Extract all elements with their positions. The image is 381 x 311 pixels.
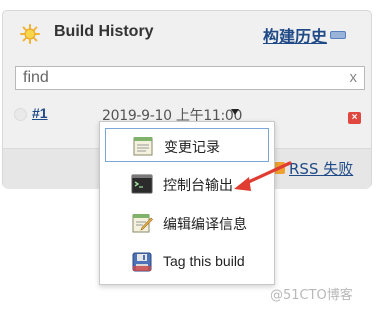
- dropdown-caret-icon[interactable]: [231, 109, 239, 115]
- menu-item-changes[interactable]: 变更记录: [105, 128, 269, 162]
- menu-item-label: 控制台输出: [163, 178, 233, 194]
- menu-item-label: 编辑编译信息: [163, 217, 247, 233]
- filter-input[interactable]: [16, 67, 336, 89]
- sun-icon: [20, 24, 40, 44]
- build-status-icon: [14, 108, 27, 121]
- terminal-icon: [131, 174, 153, 194]
- menu-item-label: Tag this build: [163, 253, 245, 269]
- panel-header: Build History 构建历史: [3, 11, 371, 57]
- build-number-link[interactable]: #1: [32, 105, 48, 121]
- menu-item-edit-build-info[interactable]: 编辑编译信息: [105, 206, 269, 240]
- edit-notepad-icon: [132, 214, 153, 233]
- menu-item-label: 变更记录: [164, 140, 220, 156]
- build-filter: x: [15, 66, 365, 90]
- clear-filter-icon[interactable]: x: [350, 69, 358, 86]
- rss-failures-link[interactable]: RSS 失败: [289, 158, 353, 179]
- notepad-icon: [133, 137, 153, 156]
- watermark: @51CTO博客: [270, 288, 353, 303]
- collapse-icon[interactable]: [330, 31, 346, 39]
- annotation-arrow-icon: [234, 161, 292, 191]
- delete-build-icon[interactable]: ×: [348, 112, 361, 124]
- build-history-link[interactable]: 构建历史: [263, 23, 327, 47]
- panel-title: Build History: [54, 23, 154, 40]
- build-context-menu: 变更记录 控制台输出 编辑编译信息 Tag this build: [99, 121, 275, 285]
- save-disk-icon: [132, 252, 152, 272]
- menu-item-tag-build[interactable]: Tag this build: [105, 245, 269, 279]
